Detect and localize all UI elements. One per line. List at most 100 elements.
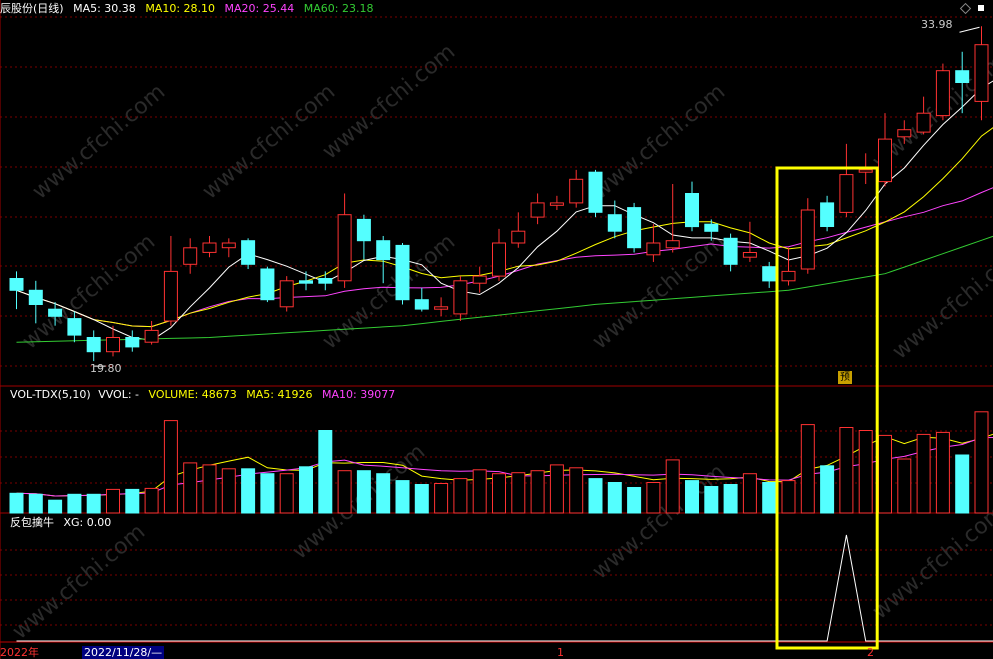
volume-bar — [974, 411, 989, 514]
candle-body — [125, 337, 140, 348]
candle-body — [704, 223, 719, 232]
candle-body — [646, 242, 661, 256]
volume-bar — [106, 488, 120, 514]
candle-body — [878, 138, 892, 183]
volume-bar — [685, 480, 699, 514]
candle-body — [723, 237, 738, 265]
volume-bar — [897, 458, 912, 514]
volume-bar — [434, 483, 449, 514]
candle-body — [337, 214, 352, 282]
cursor-date-label: 2022/11/28/— — [82, 646, 165, 659]
ma20-label: MA20: 25.44 — [224, 2, 295, 15]
candle-body — [106, 337, 120, 353]
candle — [627, 202, 642, 253]
volume-label: VOLUME: 48673 — [148, 388, 237, 401]
volume-bar — [530, 470, 545, 514]
xg-value: XG: 0.00 — [63, 516, 112, 529]
candle-body — [685, 193, 699, 228]
volume-bar — [202, 464, 217, 514]
candle-body — [781, 270, 796, 282]
volume-bar — [318, 430, 333, 514]
volume-bar — [395, 480, 410, 514]
indicator-panel-header: 反包擒牛 XG: 0.00 — [10, 516, 111, 529]
candle-body — [202, 242, 217, 253]
volume-bar — [125, 488, 140, 514]
candle-body — [318, 278, 333, 284]
volume-bar — [260, 473, 275, 514]
candle-body — [453, 280, 468, 315]
candle-body — [163, 270, 178, 322]
volume-bar — [86, 493, 101, 514]
candle-body — [279, 280, 294, 308]
volume-bar — [279, 473, 294, 514]
ma5-label: MA5: 30.38 — [73, 2, 136, 15]
volume-bar — [492, 473, 506, 514]
month-1-label: 1 — [557, 646, 564, 659]
candle-body — [627, 207, 642, 249]
stock-title: 辰股份(日线) — [0, 2, 64, 15]
candle-body — [221, 242, 236, 249]
candle-body — [742, 252, 757, 258]
candle — [241, 238, 256, 270]
high-price-label: 33.98 — [921, 18, 953, 31]
candle-body — [395, 244, 410, 301]
volume-bar — [781, 480, 796, 514]
candle-body — [67, 318, 82, 336]
candle — [260, 266, 275, 303]
volume-bar — [9, 492, 24, 514]
volume-bar — [916, 433, 931, 514]
stock-chart[interactable]: www.cfchi.com www.cfchi.comwww.cfchi.com w… — [0, 0, 993, 659]
candle-body — [955, 70, 970, 83]
volume-bar — [704, 486, 719, 514]
candle-body — [974, 44, 989, 102]
vvol-label: VVOL: - — [98, 388, 140, 401]
candle-body — [183, 247, 198, 265]
candle-body — [144, 329, 159, 343]
candle-body — [800, 209, 815, 270]
volume-bar — [299, 466, 313, 514]
volume-bar — [453, 478, 468, 514]
candle — [935, 63, 950, 121]
candle-body — [549, 202, 564, 206]
candle-body — [820, 202, 835, 227]
candle-body — [665, 240, 680, 249]
candle-body — [299, 280, 313, 284]
candle-body — [241, 240, 256, 265]
candle-body — [356, 218, 371, 242]
candle — [279, 276, 294, 312]
candle-body — [858, 169, 873, 173]
volume-bar — [163, 420, 178, 514]
volume-bar — [723, 484, 738, 514]
volume-bar — [665, 459, 680, 514]
volume-bar — [820, 465, 835, 514]
volume-bar — [800, 424, 815, 514]
indicator-name: 反包擒牛 — [10, 516, 54, 529]
volume-bar — [588, 478, 603, 514]
volume-bar — [511, 472, 526, 514]
volume-bar — [607, 482, 622, 514]
volume-bar — [221, 468, 236, 514]
candle-body — [607, 214, 622, 232]
candle-body — [530, 202, 545, 218]
forecast-badge: 预 — [838, 371, 852, 384]
candle-body — [839, 174, 854, 213]
candle-body — [762, 266, 777, 282]
volume-bar — [472, 469, 487, 514]
volume-bar — [183, 462, 198, 514]
volume-bar — [67, 493, 82, 514]
volume-bar — [356, 470, 371, 514]
volume-bar — [28, 493, 43, 514]
vol-ma5-label: MA5: 41926 — [246, 388, 313, 401]
candle-body — [897, 129, 912, 138]
volume-bar — [569, 467, 584, 514]
volume-bar — [646, 482, 661, 514]
candle-body — [48, 308, 63, 317]
candle — [588, 169, 603, 218]
volume-bar — [549, 464, 564, 514]
ma60-label: MA60: 23.18 — [303, 2, 374, 15]
candle — [395, 243, 410, 305]
candle — [453, 276, 468, 321]
month-2-label: 2 — [867, 646, 874, 659]
volume-bar — [414, 484, 429, 514]
vol-ma10-label: MA10: 39077 — [322, 388, 396, 401]
